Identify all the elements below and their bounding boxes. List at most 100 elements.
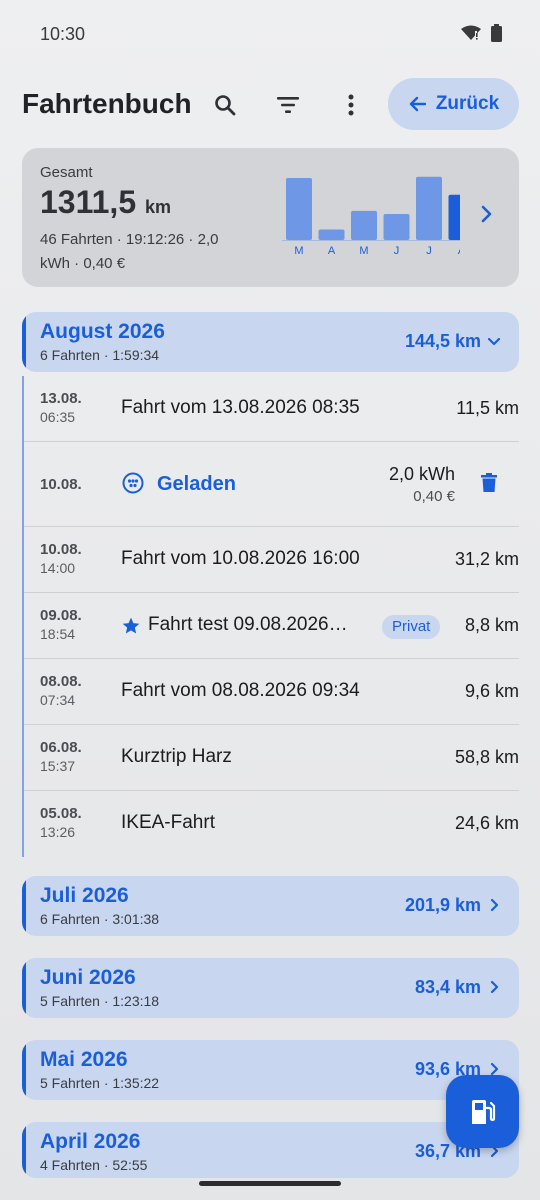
entry-title: IKEA-Fahrt — [121, 812, 215, 833]
chart-month-label: M — [294, 245, 303, 257]
battery-icon — [491, 24, 502, 42]
filter-icon — [277, 97, 299, 113]
entry-date: 10.08. — [40, 476, 82, 493]
month-header-april[interactable]: April 2026 4 Fahrten · 52:55 36,7 km — [22, 1122, 519, 1178]
privat-badge: Privat — [382, 615, 441, 639]
summary-details: 46 Fahrten · 19:12:26 · 2,0 kWh · 0,40 € — [40, 231, 219, 272]
monthly-distance-chart: MAMJJA — [282, 176, 460, 257]
status-time: 10:30 — [40, 24, 86, 44]
trip-row[interactable]: 06.08. 15:37 Kurztrip Harz 58,8 km — [24, 725, 519, 791]
trip-row[interactable]: 08.08. 07:34 Fahrt vom 08.08.2026 09:34 … — [24, 659, 519, 725]
chart-month-label: J — [426, 245, 432, 257]
month-title: Juli 2026 — [40, 884, 129, 907]
ev-plug-icon — [122, 472, 144, 494]
entry-distance: 9,6 km — [464, 681, 519, 701]
home-indicator — [199, 1181, 341, 1186]
chart-bar — [383, 213, 410, 240]
search-button[interactable] — [205, 85, 245, 125]
month-subtitle: 6 Fahrten · 3:01:38 — [40, 911, 160, 927]
fuel-pump-icon — [471, 1099, 495, 1124]
trip-row[interactable]: 13.08. 06:35 Fahrt vom 13.08.2026 08:35 … — [24, 376, 519, 442]
trip-row[interactable]: 09.08. 18:54 Fahrt test 09.08.2026… Priv… — [24, 593, 519, 659]
month-header-august[interactable]: August 2026 6 Fahrten · 1:59:34 144,5 km — [22, 312, 519, 372]
delete-icon[interactable] — [481, 473, 497, 493]
chart-bar — [318, 229, 345, 240]
chart-bar — [351, 210, 377, 240]
month-title: April 2026 — [40, 1130, 141, 1153]
chart-month-label: A — [458, 245, 460, 257]
chevron-down-icon — [487, 337, 501, 346]
entry-distance: 11,5 km — [456, 398, 519, 418]
chart-bar — [448, 194, 460, 240]
charge-energy: 2,0 kWh — [388, 464, 455, 484]
month-accent — [22, 958, 26, 1018]
entry-time: 13:26 — [40, 824, 76, 840]
arrow-left-icon — [409, 96, 426, 112]
summary-total-unit: km — [145, 197, 172, 217]
chevron-right-icon — [490, 898, 499, 912]
summary-label: Gesamt — [40, 164, 93, 181]
chevron-right-icon — [481, 205, 492, 223]
chart-month-label: M — [359, 245, 368, 257]
chart-bar — [416, 176, 442, 240]
month-header-juni[interactable]: Juni 2026 5 Fahrten · 1:23:18 83,4 km — [22, 958, 519, 1018]
charge-label: Geladen — [157, 473, 236, 495]
month-title: Mai 2026 — [40, 1048, 128, 1071]
month-subtitle: 6 Fahrten · 1:59:34 — [40, 347, 160, 363]
charge-cost: 0,40 € — [413, 488, 455, 505]
entry-distance: 58,8 km — [454, 747, 519, 767]
chart-month-label: J — [394, 245, 400, 257]
summary-total-value: 1311,5 — [40, 184, 137, 220]
month-header-mai[interactable]: Mai 2026 5 Fahrten · 1:35:22 93,6 km — [22, 1040, 519, 1100]
month-accent — [22, 876, 26, 936]
entry-time: 06:35 — [40, 409, 76, 425]
entry-time: 07:34 — [40, 692, 76, 708]
month-title: August 2026 — [40, 320, 165, 343]
chart-bar — [286, 178, 312, 240]
entry-title: Fahrt test 09.08.2026… — [148, 614, 348, 635]
charge-row[interactable]: 10.08. Geladen 2,0 kWh 0,40 € — [24, 442, 519, 527]
star-icon — [122, 617, 140, 634]
entry-time: 18:54 — [40, 626, 76, 642]
month-distance: 144,5 km — [404, 331, 481, 351]
page-title: Fahrtenbuch — [22, 88, 192, 119]
month-accent — [22, 1040, 26, 1100]
month-subtitle: 5 Fahrten · 1:35:22 — [40, 1075, 160, 1091]
wifi-icon — [461, 25, 481, 40]
more-vert-icon — [348, 94, 354, 116]
month-accent — [22, 312, 26, 372]
back-button[interactable]: Zurück — [388, 78, 519, 130]
add-refuel-fab[interactable] — [446, 1075, 519, 1148]
summary-card[interactable]: Gesamt 1311,5 km 46 Fahrten · 19:12:26 ·… — [22, 148, 519, 287]
entry-date: 08.08. — [40, 673, 82, 690]
more-options-button[interactable] — [331, 85, 371, 125]
entry-title: Kurztrip Harz — [121, 746, 232, 767]
month-distance: 201,9 km — [404, 895, 481, 915]
entry-title: Fahrt vom 10.08.2026 16:00 — [121, 548, 360, 569]
entry-title: Fahrt vom 08.08.2026 09:34 — [121, 680, 360, 701]
chevron-right-icon — [490, 980, 499, 994]
month-subtitle: 4 Fahrten · 52:55 — [40, 1157, 148, 1173]
entry-date: 10.08. — [40, 541, 82, 558]
month-accent — [22, 1122, 26, 1178]
trip-row[interactable]: 10.08. 14:00 Fahrt vom 10.08.2026 16:00 … — [24, 527, 519, 593]
entry-distance: 31,2 km — [454, 549, 519, 569]
chart-month-label: A — [328, 245, 336, 257]
status-icons — [461, 24, 502, 42]
entry-distance: 8,8 km — [464, 615, 519, 635]
entry-distance: 24,6 km — [454, 813, 519, 833]
summary-total: 1311,5 km — [40, 184, 171, 221]
month-header-juli[interactable]: Juli 2026 6 Fahrten · 3:01:38 201,9 km — [22, 876, 519, 936]
entry-date: 06.08. — [40, 739, 82, 756]
entry-date: 13.08. — [40, 390, 82, 407]
month-subtitle: 5 Fahrten · 1:23:18 — [40, 993, 160, 1009]
top-app-bar: Fahrtenbuch Zurück — [0, 78, 540, 132]
entry-date: 09.08. — [40, 607, 82, 624]
august-entries: 13.08. 06:35 Fahrt vom 13.08.2026 08:35 … — [22, 376, 519, 857]
trip-row[interactable]: 05.08. 13:26 IKEA-Fahrt 24,6 km — [24, 791, 519, 857]
filter-button[interactable] — [268, 85, 308, 125]
month-distance: 83,4 km — [414, 977, 481, 997]
status-bar: 10:30 — [0, 0, 540, 68]
search-icon — [215, 95, 236, 116]
back-button-label: Zurück — [435, 93, 500, 114]
